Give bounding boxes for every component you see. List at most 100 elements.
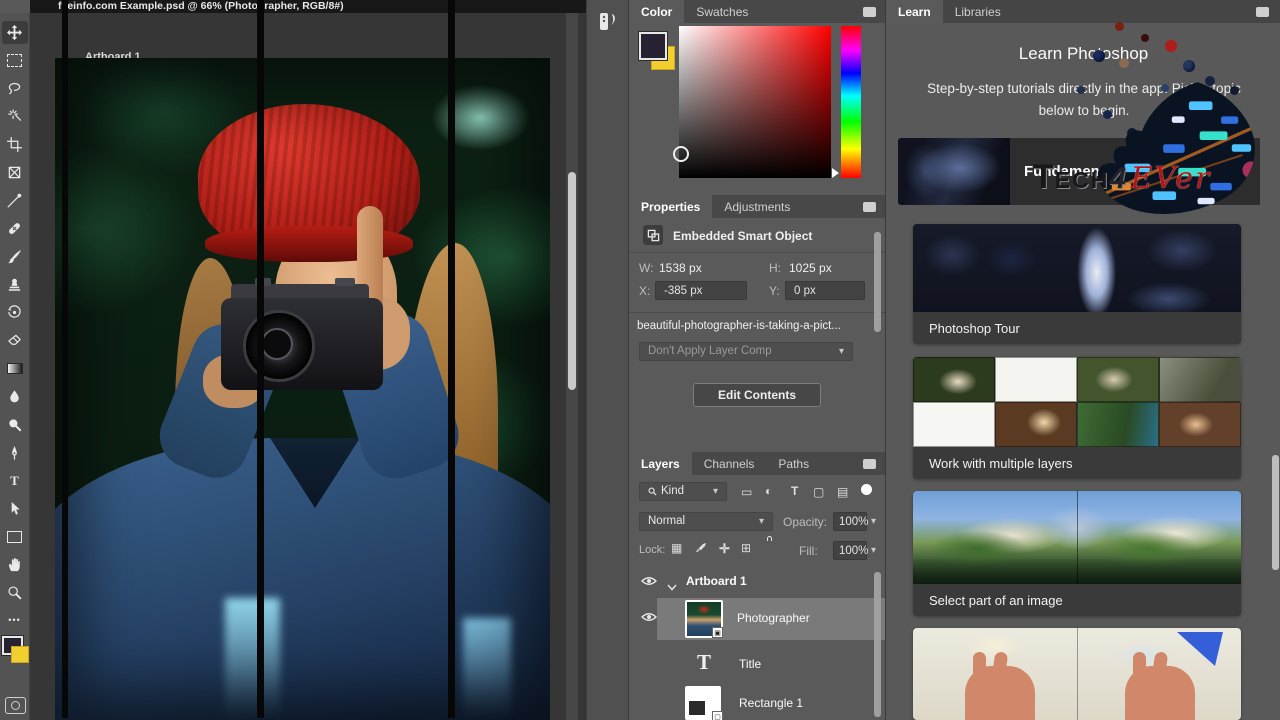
layer-name[interactable]: Artboard 1 <box>686 574 747 588</box>
background-color-swatch[interactable] <box>11 646 29 663</box>
filter-image-icon[interactable]: ▭ <box>741 486 752 498</box>
lock-paint-icon[interactable] <box>695 541 707 559</box>
layers-scrollbar-thumb[interactable] <box>874 572 881 717</box>
filter-type-icon[interactable]: T <box>791 485 798 497</box>
tab-channels[interactable]: Channels <box>692 452 767 475</box>
lock-transparency-icon[interactable]: ▦ <box>671 542 682 554</box>
tutorial-card-photoshop-tour[interactable]: Photoshop Tour <box>913 224 1241 344</box>
dodge-tool[interactable] <box>2 413 28 436</box>
tab-color[interactable]: Color <box>629 0 685 23</box>
frame-tool[interactable] <box>2 161 28 184</box>
visibility-eye-icon[interactable] <box>641 576 657 586</box>
tab-paths[interactable]: Paths <box>766 452 821 475</box>
magic-wand-tool[interactable] <box>2 105 28 128</box>
layer-name[interactable]: Rectangle 1 <box>739 696 803 710</box>
expand-chevron-icon[interactable] <box>667 578 677 596</box>
blend-mode-dropdown[interactable]: Normal ▾ <box>639 512 773 531</box>
history-brush-icon <box>7 305 21 318</box>
canvas-area[interactable]: Artboard 1 <box>30 13 586 720</box>
layer-filter-kind-dropdown[interactable]: Kind ▾ <box>639 482 727 501</box>
panel-color-swatch-pair[interactable] <box>638 31 675 70</box>
crop-tool[interactable] <box>2 133 28 156</box>
x-label: X: <box>639 284 651 298</box>
y-input[interactable]: 0 px <box>785 281 865 300</box>
tab-layers[interactable]: Layers <box>629 452 692 475</box>
lock-artboard-icon[interactable]: ⊞ <box>741 542 751 554</box>
lasso-tool[interactable] <box>2 77 28 100</box>
tab-properties[interactable]: Properties <box>629 195 713 218</box>
filter-toggle-icon[interactable] <box>861 484 872 495</box>
properties-scrollbar-thumb[interactable] <box>874 232 881 332</box>
collapsed-panel-icon[interactable] <box>597 10 621 36</box>
type-tool[interactable]: T <box>2 469 28 492</box>
eraser-tool[interactable] <box>2 329 28 352</box>
tutorial-card-partial[interactable] <box>913 628 1241 720</box>
hue-slider-marker[interactable] <box>832 168 839 178</box>
canvas-scrollbar-thumb[interactable] <box>568 172 576 390</box>
layer-thumbnail[interactable]: ▣ <box>685 600 723 638</box>
layer-row-artboard[interactable]: Artboard 1 <box>629 568 886 596</box>
hand-tool[interactable] <box>2 553 28 576</box>
learn-scrollbar-thumb[interactable] <box>1272 455 1279 570</box>
zoom-tool[interactable] <box>2 581 28 604</box>
frame-icon <box>8 166 21 179</box>
panel-column: Color Swatches Properties Adjustments Em… <box>628 0 886 720</box>
card-label: Photoshop Tour <box>913 312 1241 344</box>
height-value: 1025 px <box>789 261 832 275</box>
layers-panel-menu-icon[interactable] <box>863 459 876 469</box>
screen-mode-button[interactable] <box>5 697 26 714</box>
color-gradient-field[interactable] <box>679 26 831 178</box>
layer-name[interactable]: Title <box>739 657 761 671</box>
fill-input[interactable]: 100% <box>833 541 868 560</box>
filter-shape-icon[interactable]: ▢ <box>813 486 824 498</box>
move-tool[interactable] <box>1 21 28 44</box>
tab-swatches[interactable]: Swatches <box>684 0 760 23</box>
healing-brush-tool[interactable] <box>2 217 28 240</box>
panel-foreground-swatch[interactable] <box>638 31 668 61</box>
learn-panel-menu-icon[interactable] <box>1256 7 1269 17</box>
layer-name[interactable]: Photographer <box>737 611 810 625</box>
brush-tool[interactable] <box>2 245 28 268</box>
layer-row-photographer-selected[interactable]: ▣ Photographer <box>657 598 886 640</box>
gradient-tool[interactable] <box>2 357 28 380</box>
card-image <box>913 491 1241 584</box>
lock-label: Lock: <box>639 544 666 556</box>
pen-tool[interactable] <box>2 441 28 464</box>
eyedropper-tool[interactable] <box>2 189 28 212</box>
eraser-icon <box>8 334 21 345</box>
fill-chevron-icon[interactable]: ▾ <box>871 545 876 556</box>
tab-libraries[interactable]: Libraries <box>943 0 1013 23</box>
section-chevron-icon[interactable] <box>1222 166 1242 184</box>
opacity-input[interactable]: 100% <box>833 512 868 531</box>
color-swatch-pair[interactable] <box>1 635 29 666</box>
clone-stamp-tool[interactable] <box>2 273 28 296</box>
lock-position-icon[interactable]: ✛ <box>719 542 730 555</box>
x-input[interactable]: -385 px <box>655 281 747 300</box>
chevron-down-icon: ▾ <box>712 486 718 497</box>
filter-adjustment-icon[interactable]: ◐ <box>765 485 772 497</box>
hue-slider[interactable] <box>841 26 861 178</box>
marquee-tool[interactable] <box>2 49 28 72</box>
filter-smart-object-icon[interactable]: ▤ <box>837 486 848 498</box>
color-cursor[interactable] <box>673 146 689 162</box>
edit-contents-button[interactable]: Edit Contents <box>693 383 821 407</box>
tab-adjustments[interactable]: Adjustments <box>712 195 802 218</box>
layer-row-title[interactable]: T Title <box>629 648 886 682</box>
rectangle-tool[interactable] <box>2 525 28 548</box>
color-panel-menu-icon[interactable] <box>863 7 876 17</box>
visibility-eye-icon[interactable] <box>641 612 657 622</box>
more-tools-button[interactable]: ••• <box>2 609 28 632</box>
history-brush-tool[interactable] <box>2 301 28 324</box>
section-header[interactable]: Fundamental Skills <box>1010 138 1260 205</box>
properties-panel-menu-icon[interactable] <box>863 202 876 212</box>
photo-artboard[interactable] <box>55 58 550 720</box>
layer-comp-dropdown[interactable]: Don't Apply Layer Comp ▾ <box>639 342 853 361</box>
path-selection-tool[interactable] <box>2 497 28 520</box>
blur-tool[interactable] <box>2 385 28 408</box>
layer-row-rectangle[interactable]: ▢ Rectangle 1 <box>629 686 886 720</box>
opacity-chevron-icon[interactable]: ▾ <box>871 516 876 527</box>
tutorial-card-multiple-layers[interactable]: Work with multiple layers <box>913 357 1241 479</box>
tutorial-card-select-image[interactable]: Select part of an image <box>913 491 1241 616</box>
tab-learn[interactable]: Learn <box>886 0 943 23</box>
section-thumbnail[interactable] <box>898 138 1010 205</box>
